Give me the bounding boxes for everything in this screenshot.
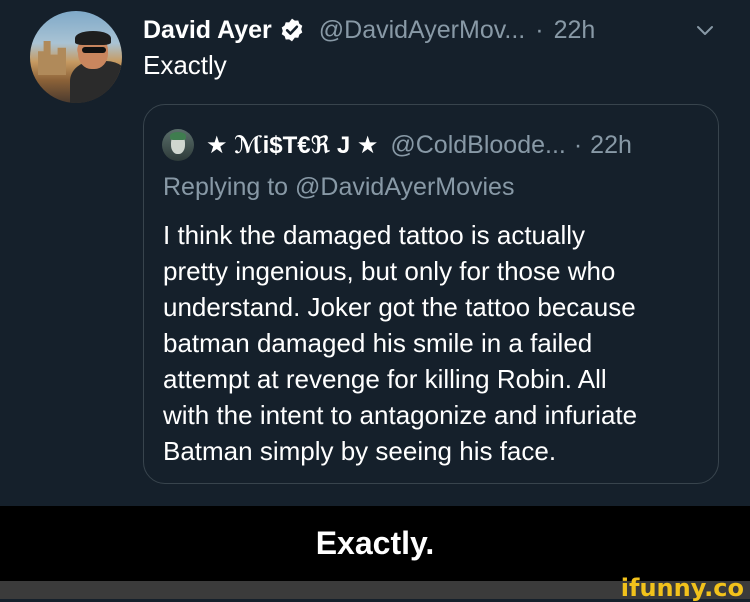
quoted-avatar-hair: [170, 132, 186, 140]
tweet-header: David Ayer @DavidAyerMov... · 22h: [143, 12, 595, 48]
quoted-tweet-header: ★ ℳi$T€ℜ J ★ @ColdBloode... · 22h: [162, 127, 632, 163]
avatar-background-ruin: [38, 41, 66, 75]
quoted-text-line: attempt at revenge for killing Robin. Al…: [163, 364, 607, 394]
replying-to-label[interactable]: Replying to @DavidAyerMovies: [163, 173, 514, 202]
quoted-author-name[interactable]: ★ ℳi$T€ℜ J ★: [206, 131, 378, 160]
quoted-text-line: pretty ingenious, but only for those who: [163, 256, 616, 286]
quoted-text-line: batman damaged his smile in a failed: [163, 328, 593, 358]
author-name[interactable]: David Ayer: [143, 16, 272, 45]
quoted-text-line: Batman simply by seeing his face.: [163, 436, 557, 466]
author-handle[interactable]: @DavidAyerMov...: [319, 16, 525, 45]
quoted-tweet-timestamp[interactable]: 22h: [590, 131, 632, 160]
quoted-text-line: understand. Joker got the tattoo because: [163, 292, 636, 322]
quoted-text-line: with the intent to antagonize and infuri…: [163, 400, 638, 430]
ifunny-watermark: ifunny.co: [620, 574, 744, 602]
quoted-tweet-text: I think the damaged tattoo is actually p…: [163, 217, 708, 469]
quoted-author-avatar[interactable]: [162, 129, 194, 161]
avatar-cap: [75, 31, 111, 45]
chevron-down-icon[interactable]: [693, 18, 717, 42]
tweet-card: David Ayer @DavidAyerMov... · 22h Exactl…: [0, 0, 750, 506]
quoted-text-line: I think the damaged tattoo is actually: [163, 220, 586, 250]
caption-bar: Exactly.: [0, 506, 750, 581]
quoted-author-handle[interactable]: @ColdBloode...: [390, 131, 565, 160]
tweet-timestamp[interactable]: 22h: [554, 16, 596, 45]
separator-dot: ·: [535, 15, 544, 44]
author-avatar[interactable]: [30, 11, 122, 103]
separator-dot: ·: [573, 130, 583, 159]
verified-badge-icon: [281, 18, 303, 42]
tweet-text: Exactly: [143, 50, 227, 80]
avatar-sunglasses: [82, 47, 106, 53]
meme-caption: Exactly.: [315, 525, 435, 561]
quoted-tweet[interactable]: ★ ℳi$T€ℜ J ★ @ColdBloode... · 22h Replyi…: [143, 104, 719, 484]
